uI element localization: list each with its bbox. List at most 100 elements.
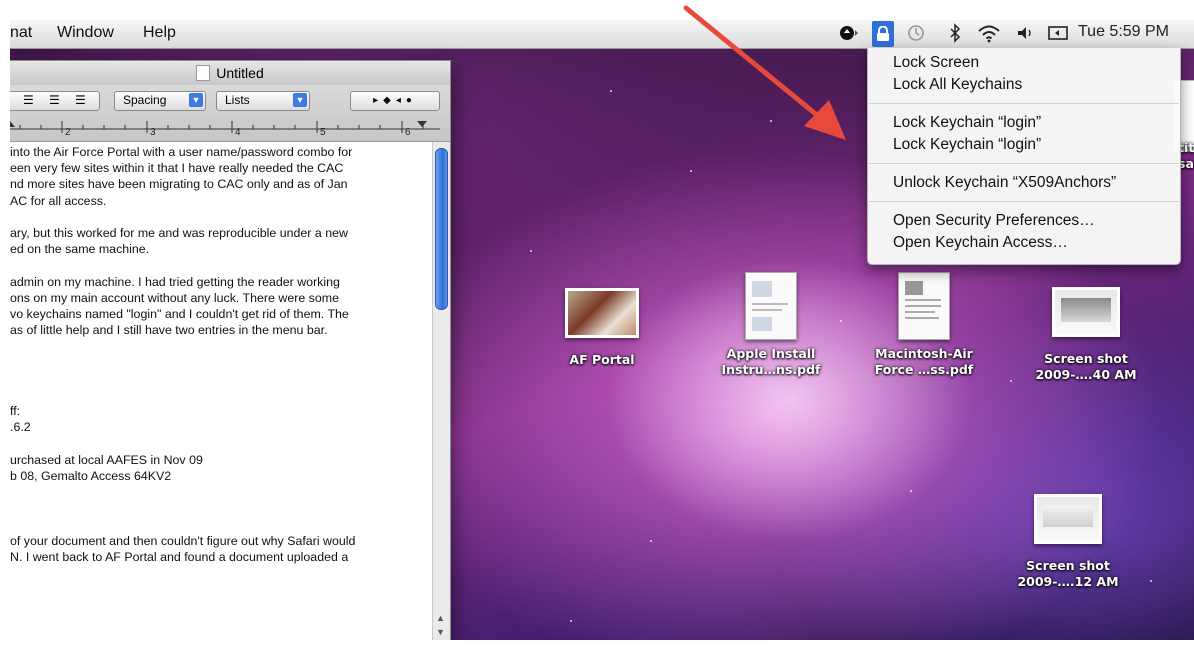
document-text-line: b 08, Gemalto Access 64KV2 [10,469,172,483]
wifi-icon[interactable] [976,23,1002,48]
ruler-number: 5 [320,127,326,138]
icon-label-line2: Force …ss.pdf [874,362,974,377]
menu-help[interactable]: Help [143,24,176,42]
window-titlebar[interactable]: Untitled [10,61,450,86]
menu-bar: nat Window Help Tue 5:59 PM [10,20,1194,49]
star [570,620,572,622]
icon-label-line2: 2009-….12 AM [1017,574,1119,589]
menu-item-open-security-preferences[interactable]: Open Security Preferences… [893,212,1095,230]
icon-label-line1: Screen shot [1026,558,1110,573]
keychain-lock-icon[interactable] [872,21,894,47]
star [610,90,612,92]
display-icon[interactable] [1048,23,1070,48]
bluetooth-icon[interactable] [948,23,962,48]
desktop-icon-af-portal[interactable]: AF Portal [547,288,657,368]
menu-item-lock-keychain-login-2[interactable]: Lock Keychain “login” [893,136,1041,154]
icon-label-line1: Apple Install [726,346,816,361]
spacing-popup[interactable]: Spacing ▼ [114,91,206,111]
image-thumbnail [565,288,639,338]
align-justify-icon[interactable]: ☰ [49,93,60,107]
star [530,250,532,252]
scroll-up-arrow-icon[interactable]: ▲ [436,613,445,623]
desktop-icon-apple-install-pdf[interactable]: Apple Install Instru…ns.pdf [716,272,826,378]
window-title: Untitled [216,65,264,81]
menu-separator [869,201,1179,202]
image-thumbnail [1052,287,1120,337]
menu-window[interactable]: Window [57,24,114,42]
icon-label: AF Portal [569,352,635,367]
document-text-line: N. I went back to AF Portal and found a … [10,550,349,564]
document-text-area[interactable]: into the Air Force Portal with a user na… [10,142,432,640]
star [840,320,842,322]
ruler-number: 4 [235,127,241,138]
star [1010,380,1012,382]
document-text-line: admin on my machine. I had tried getting… [10,274,340,289]
document-text-line: into the Air Force Portal with a user na… [10,145,353,159]
desktop-icon-screen-shot-1[interactable]: Screen shot 2009-….40 AM [1031,287,1141,383]
ruler[interactable]: 2 3 4 5 6 [10,117,450,139]
icon-label: Screen shot 2009-….12 AM [1013,558,1123,590]
textedit-window: Untitled ☰ ☰ ☰ Spacing ▼ Lists ▼ ▸◆◂● 2 … [10,60,451,640]
document-text-line: ary, but this worked for me and was repr… [10,226,348,240]
align-right-icon[interactable]: ☰ [75,93,86,107]
vertical-scrollbar[interactable]: ▲ ▼ [432,142,450,640]
document-text-line: ed on the same machine. [10,242,150,257]
star [770,120,772,122]
lists-label: Lists [225,93,250,107]
icon-label: Macintosh-Air Force …ss.pdf [869,346,979,378]
ruler-number: 6 [405,127,411,138]
document-text-line: een very few sites within it that I have… [10,161,344,176]
pdf-document-icon [745,272,797,340]
star [650,540,652,542]
time-machine-icon[interactable] [906,23,926,48]
alignment-control[interactable]: ☰ ☰ ☰ [10,91,100,111]
star [690,170,692,172]
align-center-icon[interactable]: ☰ [23,93,34,107]
document-text-line: AC for all access. [10,193,107,208]
chevron-down-icon: ▼ [293,93,307,107]
ruler-ticks [10,121,440,133]
menu-item-lock-keychain-login[interactable]: Lock Keychain “login” [893,114,1041,132]
menu-item-lock-all-keychains[interactable]: Lock All Keychains [893,76,1022,94]
menu-item-open-keychain-access[interactable]: Open Keychain Access… [893,234,1068,252]
ruler-number: 2 [65,127,71,138]
clock[interactable]: Tue 5:59 PM [1078,23,1169,41]
icon-label-line1: Macintosh-Air [875,346,973,361]
volume-icon[interactable] [1016,23,1036,48]
format-toolbar: ☰ ☰ ☰ Spacing ▼ Lists ▼ ▸◆◂● 2 3 4 5 6 [10,85,450,142]
desktop-screen: nat Window Help Tue 5:59 PM Untitled ☰ ☰… [10,20,1194,640]
document-text-line: ff: [10,404,21,419]
icon-label: Apple Install Instru…ns.pdf [716,346,826,378]
icon-label-line2: Instru…ns.pdf [721,362,821,377]
desktop-icon-macintosh-air-force-pdf[interactable]: Macintosh-Air Force …ss.pdf [869,272,979,378]
menu-item-unlock-keychain-x509anchors[interactable]: Unlock Keychain “X509Anchors” [893,174,1116,192]
star [910,490,912,492]
pdf-document-icon [898,272,950,340]
star [1150,580,1152,582]
image-thumbnail [1034,494,1102,544]
desktop-icon-screen-shot-2[interactable]: Screen shot 2009-….12 AM [1013,494,1123,590]
scroll-down-arrow-icon[interactable]: ▼ [436,627,445,637]
document-text-line: urchased at local AAFES in Nov 09 [10,452,203,467]
ruler-number: 3 [150,127,156,138]
menu-separator [869,163,1179,164]
lists-popup[interactable]: Lists ▼ [216,91,310,111]
icon-label-line2: 2009-….40 AM [1035,367,1137,382]
scroll-thumb[interactable] [435,148,448,310]
document-text-line: .6.2 [10,420,31,435]
document-icon [196,65,211,81]
icon-label: Screen shot 2009-….40 AM [1031,351,1141,383]
spacing-label: Spacing [123,93,167,107]
icon-label-line1: Screen shot [1044,351,1128,366]
keychain-menu: Lock Screen Lock All Keychains Lock Keyc… [867,48,1181,265]
document-text-line: of your document and then couldn't figur… [10,533,356,548]
document-text-line: nd more sites have been migrating to CAC… [10,177,348,192]
menu-separator [869,103,1179,104]
menu-format[interactable]: nat [10,24,32,42]
menu-item-lock-screen[interactable]: Lock Screen [893,54,979,72]
tab-stops-control[interactable]: ▸◆◂● [350,91,440,111]
chevron-down-icon: ▼ [189,93,203,107]
document-text-line: ons on my main account without any luck.… [10,290,339,305]
document-text-line: vo keychains named "login" and I couldn'… [10,307,349,321]
scripts-icon[interactable] [838,23,860,48]
